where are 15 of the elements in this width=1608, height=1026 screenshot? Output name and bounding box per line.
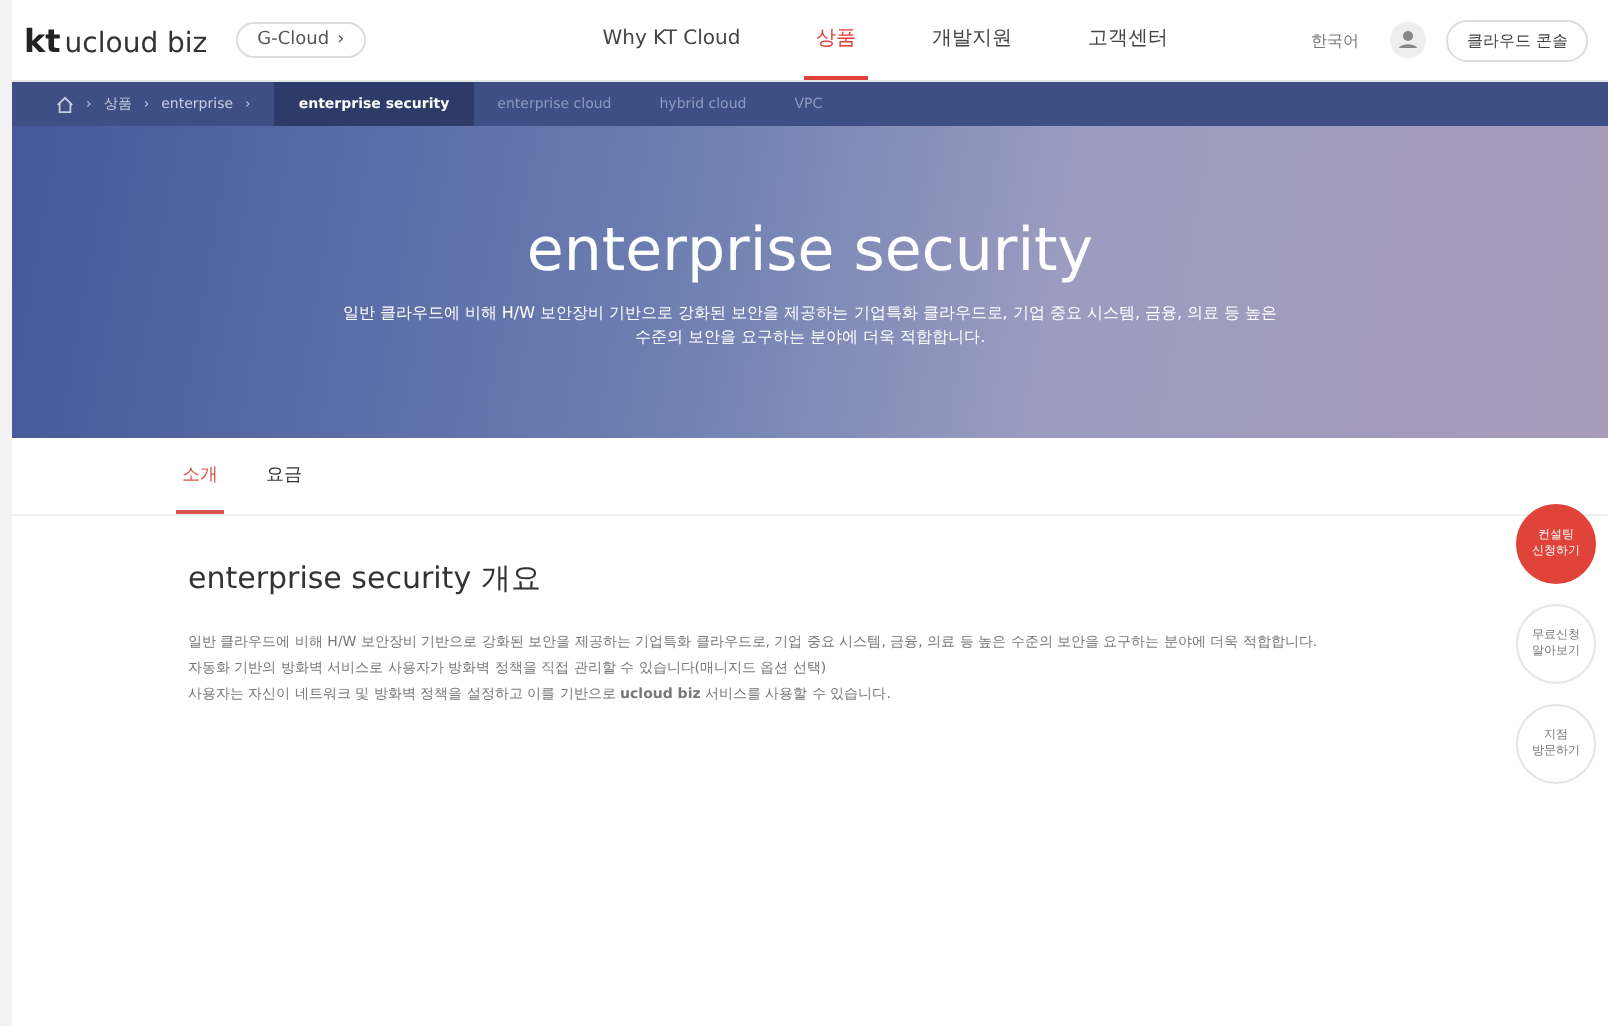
section-tab[interactable]: 요금 <box>260 438 308 514</box>
user-icon[interactable] <box>1390 22 1427 58</box>
console-button[interactable]: 클라우드 콘솔 <box>1446 19 1588 61</box>
section-tab[interactable]: 소개 <box>176 438 224 514</box>
section-heading: enterprise security 개요 <box>188 560 543 598</box>
hero-subtitle: 일반 클라우드에 비해 H/W 보안장비 기반으로 강화된 보안을 제공하는 기업특화 클라우드로, 기업 중요 시스템, 금융, 의료 등 높은 수준의 보안을 요구하는 분야에 더욱 적합합니다. <box>342 301 1278 349</box>
nav-item[interactable]: 고객센터 <box>1076 0 1181 80</box>
logo-text: ucloud biz <box>64 27 208 59</box>
language-selector[interactable]: 한국어 <box>1310 29 1359 51</box>
hero-title: enterprise security <box>526 215 1094 285</box>
home-icon[interactable] <box>56 95 74 113</box>
logo-mark: kt <box>24 21 61 59</box>
service-chip[interactable]: G-Cloud › <box>235 22 367 58</box>
nav-item[interactable]: 개발지원 <box>920 0 1025 80</box>
nav-item[interactable]: Why KT Cloud <box>590 0 753 80</box>
